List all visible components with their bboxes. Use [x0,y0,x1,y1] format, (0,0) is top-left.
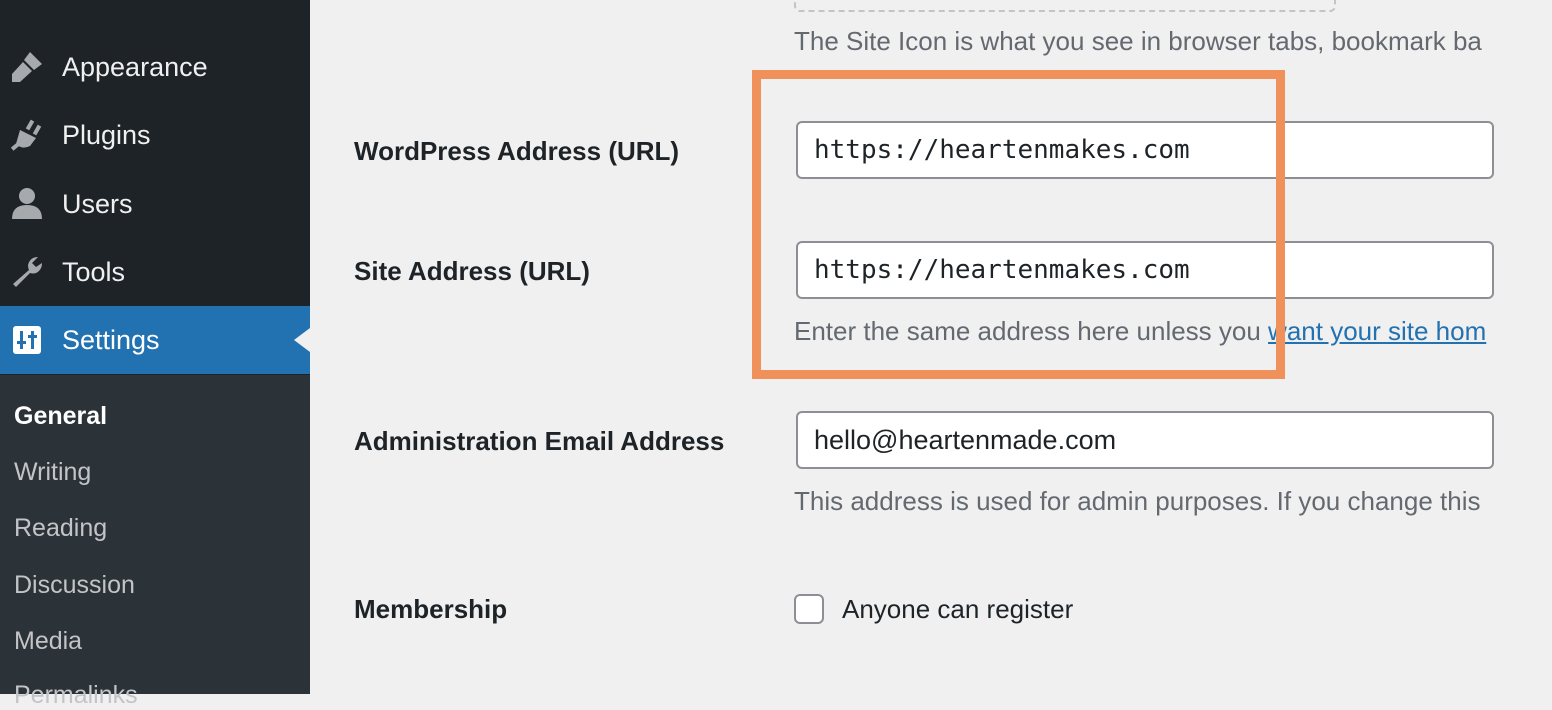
submenu-discussion[interactable]: Discussion [14,571,135,600]
user-icon [8,185,46,223]
menu-item-plugins[interactable]: Plugins [0,101,310,169]
wrench-icon [8,253,46,291]
site-address-label: Site Address (URL) [354,256,590,286]
menu-item-settings[interactable]: Settings [0,306,310,374]
anyone-can-register-checkbox[interactable] [794,594,824,624]
site-address-description: Enter the same address here unless you w… [794,316,1486,347]
submenu-writing[interactable]: Writing [14,458,91,487]
menu-item-appearance[interactable]: Appearance [0,33,310,101]
menu-label-tools: Tools [62,256,126,287]
active-menu-arrow [294,328,310,352]
site-icon-description: The Site Icon is what you see in browser… [794,26,1482,56]
admin-email-input[interactable] [796,411,1494,469]
anyone-can-register-label[interactable]: Anyone can register [842,594,1073,625]
submenu-reading[interactable]: Reading [14,514,107,543]
site-address-description-text: Enter the same address here unless you [794,316,1269,346]
site-icon-upload-box[interactable] [794,0,1336,12]
menu-item-tools[interactable]: Tools [0,238,310,306]
menu-item-users[interactable]: Users [0,170,310,238]
site-address-input[interactable] [796,241,1494,299]
admin-email-label: Administration Email Address [354,426,725,456]
wordpress-address-input[interactable] [796,121,1494,179]
settings-form: The Site Icon is what you see in browser… [310,0,1552,694]
menu-label-plugins: Plugins [62,119,151,150]
admin-sidebar: Appearance Plugins Users Tools Settings … [0,0,310,709]
submenu-permalinks[interactable]: Permalinks [14,681,138,710]
plug-icon [8,116,46,154]
wordpress-address-label: WordPress Address (URL) [354,136,680,166]
settings-sliders-icon [8,321,46,359]
membership-label: Membership [354,594,508,624]
submenu-general[interactable]: General [14,402,107,431]
settings-submenu: General Writing Reading Discussion Media… [0,375,310,709]
site-address-help-link[interactable]: want your site hom [1268,316,1486,346]
menu-label-users: Users [62,188,133,219]
admin-email-description: This address is used for admin purposes.… [794,486,1481,516]
menu-label-appearance: Appearance [62,51,208,82]
menu-label-settings: Settings [62,324,160,355]
submenu-media[interactable]: Media [14,627,82,656]
paintbrush-icon [8,48,46,86]
